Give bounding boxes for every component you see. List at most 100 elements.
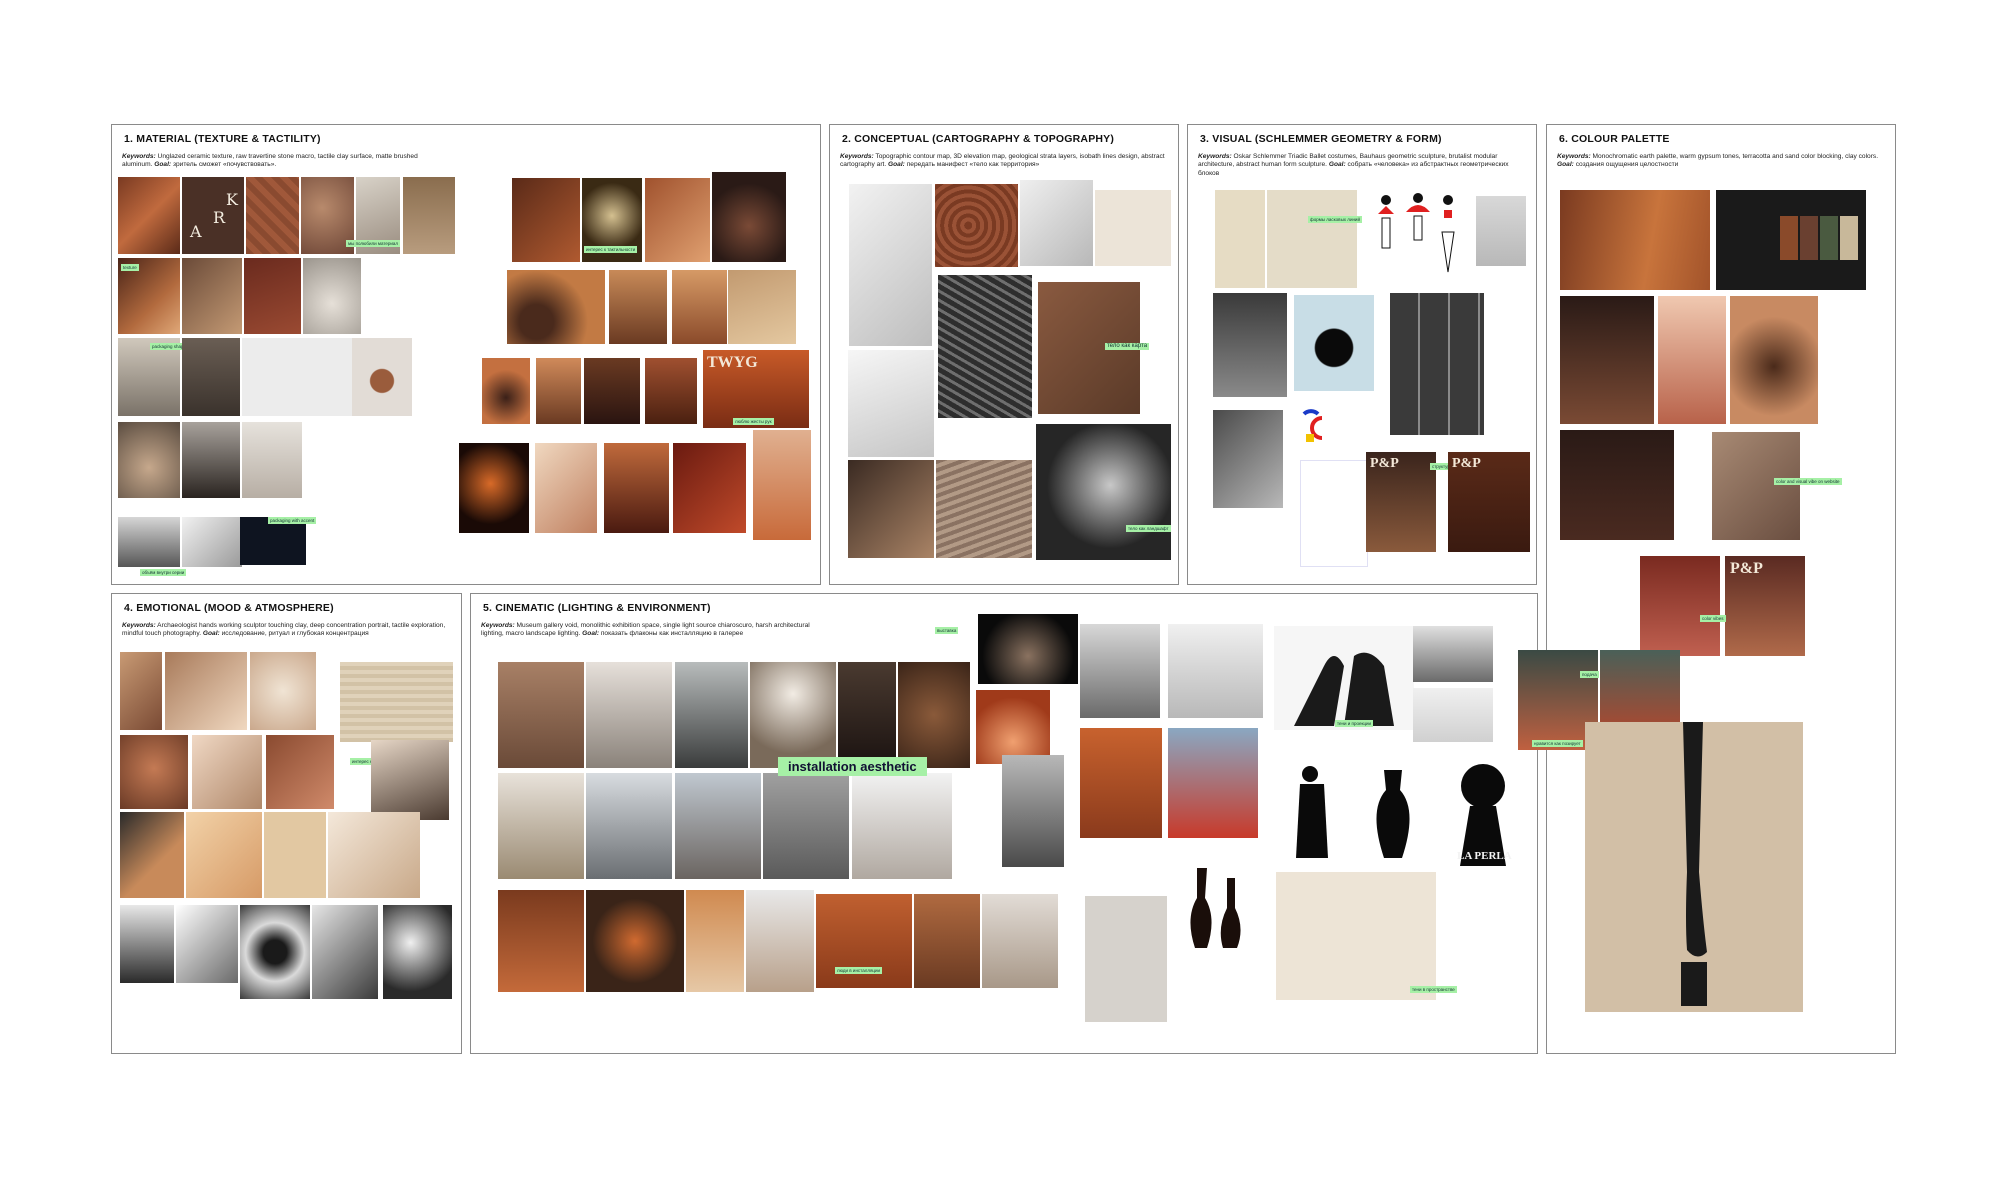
- image-tile[interactable]: [1390, 293, 1484, 435]
- image-tile[interactable]: [763, 773, 849, 879]
- image-tile[interactable]: [1168, 728, 1258, 838]
- image-tile[interactable]: [1168, 624, 1263, 718]
- image-tile[interactable]: [673, 443, 746, 533]
- image-tile[interactable]: [753, 430, 811, 540]
- image-tile[interactable]: [1658, 296, 1726, 424]
- image-tile[interactable]: [482, 358, 530, 424]
- image-tile[interactable]: [536, 358, 581, 424]
- image-tile[interactable]: [1800, 216, 1818, 260]
- image-tile[interactable]: [165, 652, 247, 730]
- image-tile[interactable]: [1267, 190, 1357, 288]
- image-tile[interactable]: [507, 270, 605, 344]
- image-tile[interactable]: [750, 662, 836, 768]
- image-tile[interactable]: [498, 662, 584, 768]
- image-tile[interactable]: [1840, 216, 1858, 260]
- image-tile[interactable]: [240, 905, 310, 999]
- image-tile[interactable]: [1276, 872, 1436, 1000]
- image-tile[interactable]: [1413, 626, 1493, 682]
- image-tile[interactable]: [686, 890, 744, 992]
- image-tile[interactable]: [586, 662, 672, 768]
- image-tile[interactable]: [1095, 190, 1171, 266]
- image-tile[interactable]: [118, 177, 180, 254]
- image-tile[interactable]: [120, 905, 174, 983]
- image-tile[interactable]: [1002, 755, 1064, 867]
- image-tile[interactable]: [1020, 180, 1093, 266]
- image-tile[interactable]: [584, 358, 640, 424]
- image-tile[interactable]: [728, 270, 796, 344]
- image-tile[interactable]: [1413, 688, 1493, 742]
- image-tile[interactable]: [848, 350, 934, 457]
- image-tile[interactable]: [266, 735, 334, 809]
- image-tile[interactable]: [312, 905, 378, 999]
- image-tile[interactable]: [1294, 295, 1374, 391]
- image-tile[interactable]: [1780, 216, 1798, 260]
- image-tile[interactable]: [1036, 424, 1171, 560]
- image-tile[interactable]: [120, 812, 184, 898]
- image-tile[interactable]: [914, 894, 980, 988]
- image-tile[interactable]: [250, 652, 316, 730]
- image-tile[interactable]: [935, 184, 1018, 267]
- image-tile[interactable]: [182, 258, 242, 334]
- image-tile[interactable]: [182, 338, 240, 416]
- image-tile[interactable]: [303, 258, 361, 334]
- image-tile[interactable]: [1560, 190, 1710, 290]
- image-tile[interactable]: [1560, 430, 1674, 540]
- image-tile[interactable]: [586, 773, 672, 879]
- image-tile[interactable]: [535, 443, 597, 533]
- image-tile[interactable]: [383, 905, 452, 999]
- image-tile[interactable]: [1476, 196, 1526, 266]
- image-tile[interactable]: [120, 735, 188, 809]
- image-tile[interactable]: [675, 773, 761, 879]
- image-tile[interactable]: [403, 177, 455, 254]
- image-tile[interactable]: [1215, 190, 1265, 288]
- image-tile[interactable]: [182, 422, 240, 498]
- image-tile[interactable]: [246, 177, 299, 254]
- image-tile[interactable]: [1213, 293, 1287, 397]
- image-tile[interactable]: [371, 740, 449, 820]
- image-tile[interactable]: [1300, 460, 1368, 567]
- image-tile[interactable]: [609, 270, 667, 344]
- image-tile[interactable]: [498, 773, 584, 879]
- image-tile[interactable]: [848, 460, 934, 558]
- image-tile[interactable]: [118, 422, 180, 498]
- image-tile[interactable]: [182, 517, 242, 567]
- image-tile[interactable]: [264, 812, 326, 898]
- image-tile[interactable]: [849, 184, 932, 346]
- image-tile[interactable]: [242, 422, 302, 498]
- image-tile[interactable]: [1820, 216, 1838, 260]
- image-tile[interactable]: [675, 662, 748, 768]
- image-tile[interactable]: [1080, 728, 1162, 838]
- image-tile[interactable]: [746, 890, 814, 992]
- image-tile[interactable]: [192, 735, 262, 809]
- image-tile[interactable]: [838, 662, 896, 768]
- image-tile[interactable]: [978, 614, 1078, 684]
- image-tile[interactable]: [118, 517, 180, 567]
- image-tile[interactable]: [938, 275, 1032, 418]
- image-tile[interactable]: [586, 890, 684, 992]
- image-tile[interactable]: [352, 338, 412, 416]
- image-tile[interactable]: [1213, 410, 1283, 508]
- image-tile[interactable]: [242, 338, 352, 416]
- image-tile[interactable]: [186, 812, 262, 898]
- image-tile[interactable]: [672, 270, 727, 344]
- image-tile[interactable]: [498, 890, 584, 992]
- image-tile[interactable]: [852, 773, 952, 879]
- image-tile[interactable]: [645, 358, 697, 424]
- image-tile[interactable]: [1712, 432, 1800, 540]
- image-tile[interactable]: [512, 178, 580, 262]
- image-tile[interactable]: [120, 652, 162, 730]
- image-tile[interactable]: [1730, 296, 1818, 424]
- image-tile[interactable]: [1640, 556, 1720, 656]
- image-tile[interactable]: [244, 258, 301, 334]
- image-tile[interactable]: [1085, 896, 1167, 1022]
- image-tile[interactable]: [645, 178, 710, 262]
- image-tile[interactable]: [340, 662, 453, 742]
- image-tile[interactable]: [976, 690, 1050, 764]
- image-tile[interactable]: [459, 443, 529, 533]
- image-tile[interactable]: [982, 894, 1058, 988]
- image-tile[interactable]: [1080, 624, 1160, 718]
- image-tile[interactable]: [898, 662, 970, 768]
- image-tile[interactable]: [936, 460, 1032, 558]
- image-tile[interactable]: [1560, 296, 1654, 424]
- image-tile[interactable]: [712, 172, 786, 262]
